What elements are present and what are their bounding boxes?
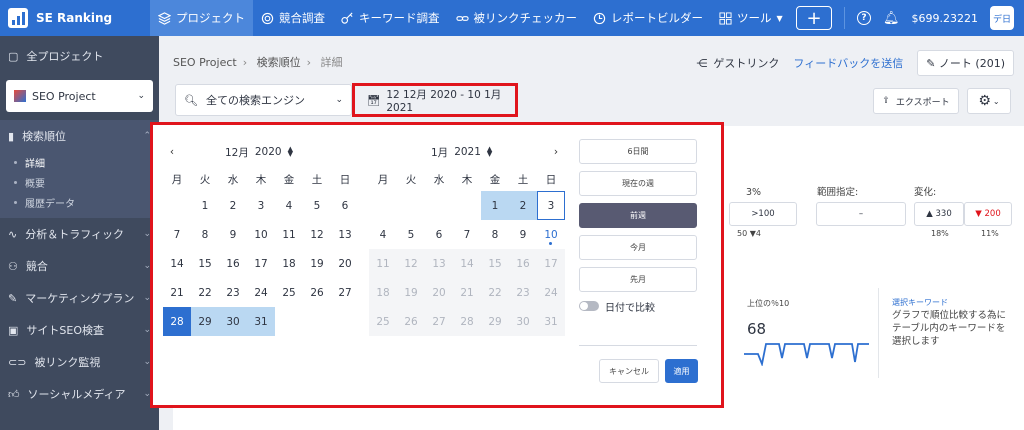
layers-icon — [158, 11, 171, 25]
share-icon: ⋲ — [696, 56, 708, 70]
top10-sparkline — [744, 343, 869, 366]
date-range-highlight — [352, 83, 518, 117]
kw-label: 選択キーワード — [892, 298, 948, 307]
nav-backlink-checker[interactable]: 被リンクチェッカー — [448, 0, 586, 36]
guest-link-button[interactable]: ⋲ ゲストリンク — [696, 55, 779, 71]
range-label: 範囲指定: — [817, 187, 859, 198]
pct-11: 11% — [981, 229, 999, 238]
bar-chart-icon: ▮ — [8, 129, 15, 143]
nav-tools[interactable]: ツール ▼ — [711, 0, 791, 36]
clock-icon — [593, 12, 606, 24]
sidebar-item-backlink-monitor[interactable]: ⊂⊃ 被リンク監視 ⌄ — [0, 346, 159, 378]
nav-label: 競合調査 — [279, 11, 325, 25]
nav-label: ツール — [737, 11, 772, 25]
audit-icon: ▣ — [8, 323, 19, 337]
grid-icon — [719, 11, 732, 25]
sidebar-item-all-projects[interactable]: ▢ 全プロジェクト — [0, 36, 159, 76]
nav-keyword-research[interactable]: キーワード調査 — [333, 0, 448, 36]
sidebar-item-site-audit[interactable]: ▣ サイトSEO検査 ⌄ — [0, 314, 159, 346]
link-icon — [455, 15, 469, 21]
sidebar-item-analytics[interactable]: ∿ 分析＆トラフィック ⌄ — [0, 218, 159, 250]
divider — [844, 7, 845, 29]
date-picker-highlight — [150, 122, 724, 408]
bell-icon[interactable]: 🔔︎ — [883, 11, 900, 26]
pulse-icon: ∿ — [8, 227, 18, 241]
pct-18: 18% — [931, 229, 949, 238]
breadcrumb-current: 詳細 — [320, 56, 343, 69]
nav-label: レポートビルダー — [611, 11, 703, 25]
note-button[interactable]: ✎ ノート (201) — [917, 50, 1014, 76]
nav-projects[interactable]: プロジェクト — [150, 0, 253, 36]
thumbs-up-icon: 👍︎ — [8, 387, 20, 401]
sidebar-item-label: 検索順位 — [22, 130, 67, 143]
range-input[interactable]: – — [816, 202, 906, 226]
sidebar: ▢ 全プロジェクト SEO Project ⌄ ▮ 検索順位 ⌃ 詳細 概要 履… — [0, 36, 159, 430]
help-icon[interactable]: ? — [857, 11, 871, 25]
sidebar-item-competitors[interactable]: ⚇ 競合 ⌄ — [0, 250, 159, 282]
nav-label: プロジェクト — [176, 11, 245, 25]
change-up[interactable]: ▲ 330 — [914, 202, 964, 226]
project-name: SEO Project — [32, 89, 96, 103]
brand-name: SE Ranking — [36, 11, 113, 25]
nav-label: 被リンクチェッカー — [473, 11, 578, 25]
sidebar-section-rankings: ▮ 検索順位 ⌃ 詳細 概要 履歴データ — [0, 120, 159, 218]
users-icon: ⚇ — [8, 259, 18, 273]
top10-label: 上位の％10 — [747, 299, 790, 308]
avatar[interactable]: デ日 — [990, 6, 1014, 30]
chevron-down-icon: ⌄ — [992, 96, 1000, 106]
feedback-link[interactable]: フィードバックを送信 — [793, 55, 903, 71]
key-icon — [341, 12, 353, 24]
upload-icon: ⇪ — [882, 96, 890, 106]
edit-icon: ✎ — [926, 57, 939, 70]
breadcrumb-rankings[interactable]: 検索順位 — [257, 56, 301, 69]
pct-label: 3% — [746, 187, 762, 198]
chevron-down-icon: ⌄ — [335, 95, 343, 105]
sidebar-sub-history[interactable]: 履歴データ — [0, 192, 159, 212]
logo-icon — [8, 8, 28, 28]
brand-logo[interactable]: SE Ranking — [0, 8, 150, 28]
sidebar-sub-detail[interactable]: 詳細 — [0, 152, 159, 172]
range-over100[interactable]: >100 — [729, 202, 797, 226]
change-label: 変化: — [914, 187, 937, 198]
chevron-down-icon: ▼ — [776, 13, 783, 23]
sidebar-item-label: 全プロジェクト — [26, 50, 104, 63]
sub-value: 50 ▼4 — [737, 229, 761, 238]
link-icon: ⊂⊃ — [8, 355, 27, 369]
breadcrumb-project[interactable]: SEO Project — [173, 56, 237, 69]
sidebar-sub-overview[interactable]: 概要 — [0, 172, 159, 192]
project-selector[interactable]: SEO Project ⌄ — [6, 80, 153, 112]
nav-label: キーワード調査 — [359, 11, 440, 25]
engine-value: 全ての検索エンジン — [205, 94, 305, 107]
target-icon — [261, 12, 274, 24]
folder-icon: ▢ — [8, 49, 19, 63]
nav-competitors[interactable]: 競合調査 — [253, 0, 333, 36]
add-button[interactable]: + — [796, 6, 832, 30]
sidebar-item-marketing[interactable]: ✎ マーケティングプラン ⌄ — [0, 282, 159, 314]
change-down[interactable]: ▼ 200 — [964, 202, 1012, 226]
export-button[interactable]: ⇪ エクスポート — [873, 88, 959, 114]
chevron-down-icon: ⌄ — [137, 91, 145, 101]
account-balance[interactable]: $699.23221 — [912, 12, 978, 25]
top-navbar: SE Ranking プロジェクト 競合調査 キーワード調査 被リンクチェッカー… — [0, 0, 1024, 36]
kw-hint: グラフで順位比較する為にテーブル内のキーワードを選択します — [892, 310, 1007, 347]
sidebar-item-rankings[interactable]: ▮ 検索順位 ⌃ — [0, 120, 159, 152]
gear-icon: ⚙ — [978, 93, 991, 109]
sidebar-item-social[interactable]: 👍︎ ソーシャルメディア ⌄ — [0, 378, 159, 410]
project-logo-icon — [14, 90, 26, 102]
search-engine-select[interactable]: 🔍︎ 全ての検索エンジン ⌄ — [175, 84, 352, 116]
search-icon: 🔍︎ — [184, 93, 198, 107]
breadcrumb: SEO Project › 検索順位 › 詳細 — [173, 56, 343, 69]
settings-button[interactable]: ⚙ ⌄ — [967, 88, 1011, 114]
wrench-icon: ✎ — [8, 291, 18, 305]
nav-report-builder[interactable]: レポートビルダー — [585, 0, 711, 36]
